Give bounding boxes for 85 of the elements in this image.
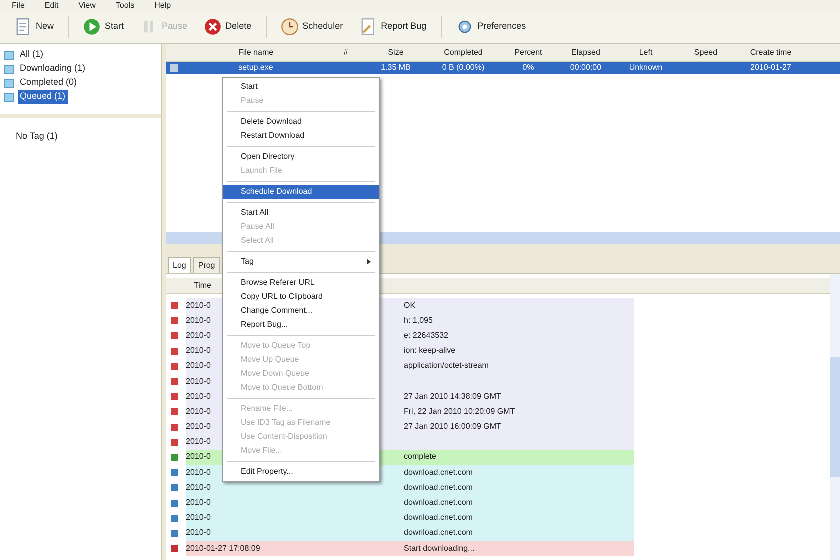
column-header[interactable]: Speed [676, 46, 736, 58]
log-time: 2010-0 [186, 421, 211, 434]
menu-item[interactable]: Start All [223, 206, 379, 220]
tab[interactable]: Log [168, 257, 192, 273]
menu-item[interactable]: Edit [44, 2, 59, 10]
menu-item[interactable]: Open Directory [223, 150, 379, 164]
menu-item[interactable]: Change Comment... [223, 304, 379, 318]
log-time: 2010-0 [186, 360, 211, 372]
menu-item[interactable]: Restart Download [223, 129, 379, 143]
column-header[interactable]: # [326, 46, 366, 58]
toolbar-button[interactable]: New [8, 14, 60, 40]
log-time: 2010-0 [186, 466, 211, 479]
log-time: 2010-0 [186, 300, 211, 312]
toolbar-button[interactable]: Preferences [450, 14, 532, 40]
column-header[interactable]: Percent [501, 46, 556, 58]
delete-icon [204, 18, 222, 36]
column-header[interactable]: Create time [736, 46, 806, 58]
log-message: download.cnet.com [404, 482, 473, 494]
log-message: complete [404, 451, 436, 464]
table-cell: 0 B (0.00%) [442, 63, 485, 72]
sidebar-item[interactable]: Queued (1) [18, 90, 68, 104]
menu-item[interactable]: Delete Download [223, 115, 379, 129]
menu-item[interactable]: View [78, 2, 96, 10]
document-icon [14, 18, 32, 36]
log-time: 2010-0 [186, 512, 211, 524]
table-row[interactable]: setup.exe 1.35 MB 0 B (0.00%) 0% 00:00:00 Unknown 2010-01-27 [166, 62, 840, 74]
log-message: Start downloading... [404, 542, 475, 555]
toolbar-button[interactable]: Scheduler [274, 14, 350, 40]
log-time: 2010-0 [186, 314, 211, 327]
sidebar-item[interactable]: All (1) [18, 48, 46, 62]
menu-item[interactable]: Help [154, 2, 172, 10]
column-header[interactable]: File name [186, 46, 326, 58]
log-time: 2010-0 [186, 527, 211, 540]
table-cell: 0% [522, 63, 534, 72]
log-time: 2010-0 [186, 451, 211, 464]
log-message: download.cnet.com [404, 527, 473, 540]
log-message: download.cnet.com [404, 466, 473, 479]
log-message: application/octet-stream [404, 360, 489, 372]
log-message: Fri, 22 Jan 2010 10:20:09 GMT [404, 406, 516, 418]
log-message: ion: keep-alive [404, 345, 456, 358]
table-cell: 00:00:00 [570, 63, 602, 72]
toolbar-button[interactable]: Start [77, 14, 130, 40]
tag-item[interactable]: No Tag (1) [16, 130, 145, 144]
log-time: 2010-0 [186, 482, 211, 494]
clock-icon [280, 18, 299, 36]
menu-item[interactable]: Edit Property... [223, 465, 379, 479]
log-time: 2010-0 [186, 345, 211, 358]
log-message: h: 1,095 [404, 314, 433, 327]
column-header[interactable]: Left [616, 46, 676, 58]
sidebar-item[interactable]: Completed (0) [18, 76, 80, 90]
tab[interactable]: Prog [193, 257, 220, 273]
log-time: 2010-0 [186, 436, 211, 448]
log-message: download.cnet.com [404, 512, 473, 524]
sidebar-item[interactable]: Downloading (1) [18, 62, 88, 76]
table-cell: Unknown [629, 63, 663, 72]
menu-item[interactable]: Tools [116, 2, 135, 10]
column-header[interactable]: Size [366, 46, 426, 58]
log-time: 2010-0 [186, 390, 211, 403]
log-time: 2010-0 [186, 406, 211, 418]
menu-item[interactable]: Schedule Download [223, 185, 379, 199]
log-time: 2010-0 [186, 497, 211, 510]
play-icon [83, 18, 102, 36]
log-time: 2010-0 [186, 330, 211, 342]
log-time: 2010-0 [186, 376, 211, 388]
table-cell: setup.exe [238, 63, 274, 72]
log-time: 2010-01-27 17:08:09 [186, 542, 260, 555]
file-icon [170, 64, 178, 72]
vertical-scrollbar[interactable] [830, 357, 840, 477]
log-message: download.cnet.com [404, 497, 473, 510]
menu-item[interactable]: Browse Referer URL [223, 276, 379, 290]
toolbar-button[interactable]: Delete [198, 14, 258, 40]
log-message: e: 22643532 [404, 330, 448, 342]
menu-item[interactable]: Start [223, 80, 379, 94]
table-cell: 2010-01-27 [750, 63, 792, 72]
log-message: 27 Jan 2010 14:38:09 GMT [404, 390, 502, 403]
column-header[interactable]: Completed [426, 46, 501, 58]
menu-item[interactable]: File [12, 2, 25, 10]
column-header[interactable]: Elapsed [556, 46, 616, 58]
log-message: OK [404, 300, 416, 312]
toolbar-button[interactable]: Report Bug [353, 14, 433, 40]
menu-item[interactable]: Report Bug... [223, 318, 379, 332]
log-message: 27 Jan 2010 16:00:09 GMT [404, 421, 502, 434]
menu-item[interactable]: Tag [223, 255, 379, 269]
menu-item[interactable]: Copy URL to Clipboard [223, 290, 379, 304]
table-cell: 1.35 MB [381, 63, 411, 72]
